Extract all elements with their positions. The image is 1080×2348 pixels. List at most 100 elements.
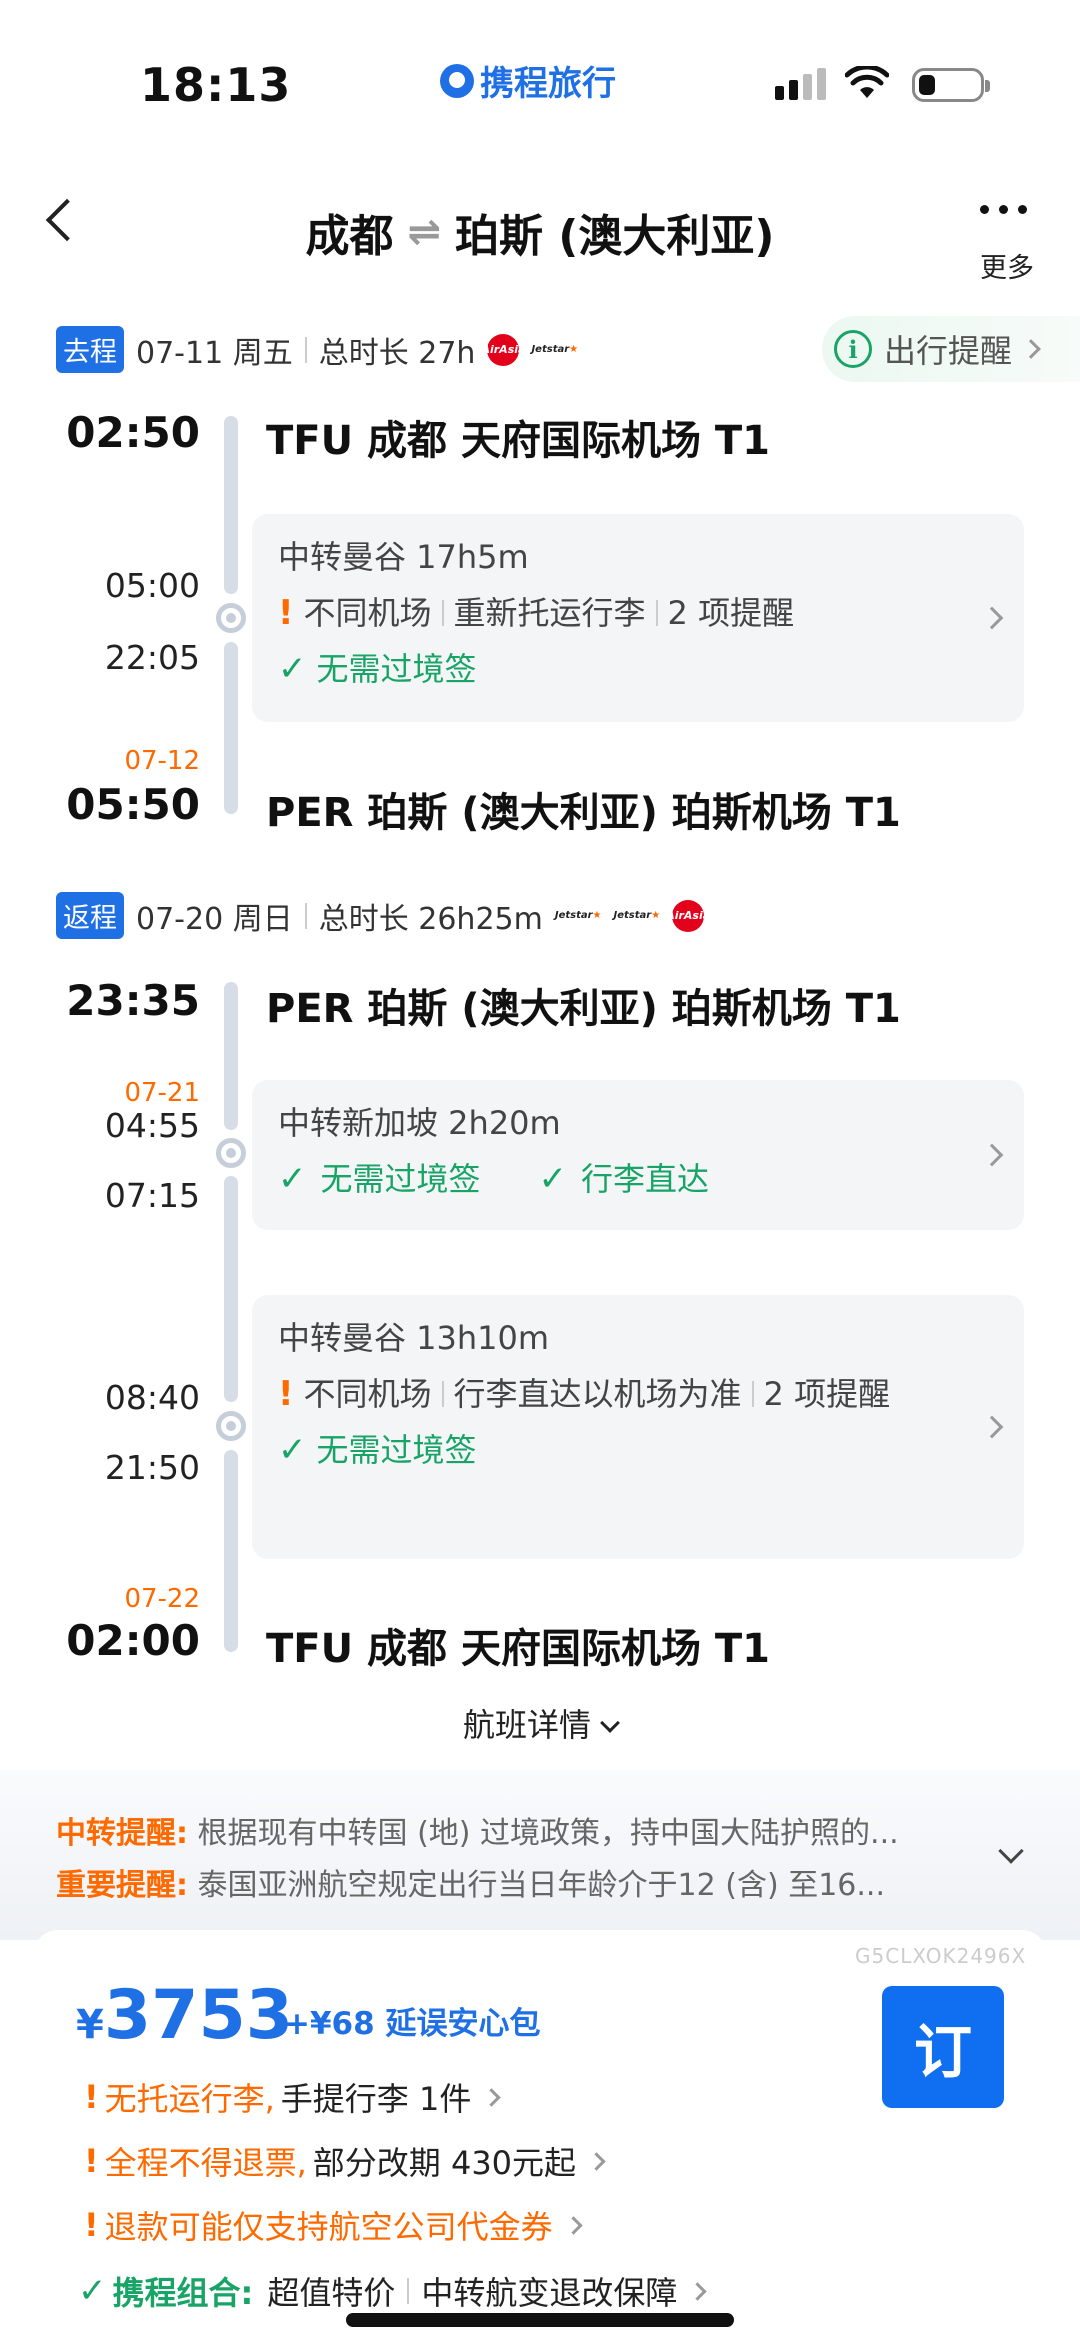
notice-text: 泰国亚洲航空规定出行当日年龄介于12 (含) 至16... (197, 1868, 885, 1903)
order-code: G5CLXOK2496X (855, 1944, 1027, 1968)
swap-arrows-icon: ⇌ (407, 209, 441, 255)
return-transfer1-date: 07-21 (124, 1078, 200, 1108)
chevron-right-icon (563, 2215, 583, 2235)
jetstar-logo: Jetstar★ (613, 910, 661, 921)
return-header: 返程 07-20 周日 总时长 26h25m Jetstar★ Jetstar★… (56, 892, 710, 939)
rule-highlight: 无托运行李, (104, 2080, 275, 2118)
checkmark-icon: ✓ (78, 2271, 107, 2311)
notice-label: 重要提醒: (56, 1868, 188, 1903)
checkmark-icon: ✓ (278, 1159, 307, 1199)
baggage-rule[interactable]: ! 无托运行李, 手提行李 1件 (84, 2074, 502, 2120)
warn-item: 行李直达以机场为准 (453, 1375, 742, 1413)
return-transfer1-card[interactable]: 中转新加坡 2h20m ✓ 无需过境签 ✓ 行李直达 (252, 1080, 1024, 1230)
transfer-title: 中转曼谷 17h5m (278, 538, 529, 576)
travel-reminder-button[interactable]: i 出行提醒 (822, 316, 1080, 382)
chevron-right-icon (1021, 339, 1041, 359)
important-notice[interactable]: 重要提醒: 泰国亚洲航空规定出行当日年龄介于12 (含) 至16... (56, 1860, 885, 1904)
travel-reminder-label: 出行提醒 (884, 332, 1013, 370)
transfer-title: 中转曼谷 13h10m (278, 1319, 550, 1357)
outbound-depart-time: 02:50 (66, 408, 200, 457)
battery-icon (912, 68, 990, 102)
more-dots-icon[interactable] (980, 205, 1027, 214)
app-logo: 携程旅行 (440, 56, 616, 105)
outbound-tag: 去程 (56, 326, 124, 373)
transfer-ok: ✓ 无需过境签 (278, 1427, 998, 1473)
return-transfer2-card[interactable]: 中转曼谷 13h10m ! 不同机场 行李直达以机场为准 2 项提醒 ✓ 无需过… (252, 1295, 1024, 1559)
return-transfer1-arrive: 04:55 (104, 1106, 200, 1145)
outbound-transfer-arrive: 05:00 (104, 566, 200, 605)
exclamation-icon: ! (84, 2206, 99, 2244)
jetstar-logo: Jetstar★ (531, 344, 579, 355)
info-circle-icon: i (834, 330, 872, 368)
home-indicator[interactable] (346, 2313, 734, 2327)
outbound-header: 去程 07-11 周五 总时长 27h AirAsia Jetstar★ (56, 326, 578, 373)
return-arrive-date: 07-22 (124, 1584, 200, 1614)
refund-rule[interactable]: ! 全程不得退票, 部分改期 430元起 (84, 2138, 606, 2184)
combo-item: 中转航变退改保障 (421, 2274, 678, 2312)
return-transfer2-leave: 21:50 (104, 1448, 200, 1487)
warn-item: 重新托运行李 (453, 594, 646, 632)
airasia-logo: AirAsia (666, 899, 710, 932)
addon-package[interactable]: +¥68 延误安心包 (284, 1998, 540, 2043)
book-button[interactable]: 订 (882, 1986, 1004, 2108)
chevron-down-icon (600, 1713, 620, 1733)
return-transfer1-leave: 07:15 (104, 1176, 200, 1215)
outbound-date: 07-11 周五 (136, 335, 293, 371)
more-label[interactable]: 更多 (980, 246, 1034, 285)
transfer-notice[interactable]: 中转提醒: 根据现有中转国 (地) 过境政策，持中国大陆护照的... (56, 1808, 899, 1852)
notice-label: 中转提醒: (56, 1816, 188, 1851)
timeline-line (224, 982, 238, 1130)
exclamation-icon: ! (84, 2078, 99, 2116)
rule-highlight: 退款可能仅支持航空公司代金券 (104, 2208, 553, 2246)
warn-item: 2 项提醒 (667, 594, 795, 632)
checkmark-icon: ✓ (278, 649, 307, 689)
checkmark-icon: ✓ (538, 1159, 568, 1199)
ok-item: 无需过境签 (316, 1431, 477, 1469)
checkmark-icon: ✓ (278, 1430, 307, 1470)
outbound-transfer-leave: 22:05 (104, 638, 200, 677)
transfer-ok: ✓ 无需过境签 ✓ 行李直达 (278, 1156, 998, 1202)
warn-item: 不同机场 (303, 594, 432, 632)
ok-item: 无需过境签 (316, 650, 477, 688)
wifi-icon (845, 66, 889, 98)
app-logo-text: 携程旅行 (480, 64, 616, 104)
destination-city: 珀斯 (澳大利亚) (454, 211, 775, 262)
voucher-rule[interactable]: ! 退款可能仅支持航空公司代金券 (84, 2202, 583, 2248)
jetstar-logo: Jetstar★ (554, 910, 602, 921)
exclamation-icon: ! (84, 2142, 99, 2180)
outbound-arrive-time: 05:50 (66, 780, 200, 829)
outbound-transfer-card[interactable]: 中转曼谷 17h5m ! 不同机场 重新托运行李 2 项提醒 ✓ 无需过境签 (252, 514, 1024, 722)
warn-item: 2 项提醒 (763, 1375, 891, 1413)
return-arrive-airport: TFU 成都 天府国际机场 T1 (266, 1626, 770, 1672)
currency-symbol: ¥ (76, 2002, 104, 2048)
transfer-ok: ✓ 无需过境签 (278, 646, 998, 692)
ok-item: 行李直达 (581, 1160, 710, 1198)
rule-highlight: 全程不得退票, (104, 2144, 307, 2182)
combo-rule[interactable]: ✓ 携程组合: 超值特价 中转航变退改保障 (78, 2268, 708, 2314)
outbound-arrive-date: 07-12 (124, 746, 200, 776)
ctrip-logo-icon (440, 63, 474, 98)
notice-text: 根据现有中转国 (地) 过境政策，持中国大陆护照的... (197, 1816, 899, 1851)
route-title: 成都 ⇌ 珀斯 (澳大利亚) (0, 200, 1080, 264)
exclamation-icon: ! (278, 593, 294, 633)
transfer-warnings: ! 不同机场 重新托运行李 2 项提醒 (278, 590, 998, 636)
combo-label: 携程组合: (112, 2274, 254, 2312)
rule-text: 部分改期 430元起 (312, 2144, 577, 2182)
signal-icon (775, 68, 826, 100)
chevron-right-icon (482, 2087, 502, 2107)
timeline-line (224, 1176, 238, 1402)
transfer-dot (216, 1411, 246, 1441)
airasia-logo: AirAsia (481, 333, 525, 366)
return-arrive-time: 02:00 (66, 1616, 200, 1665)
chevron-right-icon (587, 2151, 606, 2171)
return-depart-time: 23:35 (66, 976, 200, 1025)
rule-text: 手提行李 1件 (280, 2080, 472, 2118)
return-date: 07-20 周日 (136, 901, 293, 937)
flight-details-toggle[interactable]: 航班详情 (0, 1700, 1080, 1746)
transfer-dot (216, 603, 246, 633)
price-amount: 3753 (103, 1976, 294, 2055)
combo-item: 超值特价 (267, 2274, 396, 2312)
return-duration: 总时长 26h25m (318, 901, 543, 937)
transfer-dot (216, 1138, 246, 1168)
chevron-right-icon (688, 2281, 708, 2301)
